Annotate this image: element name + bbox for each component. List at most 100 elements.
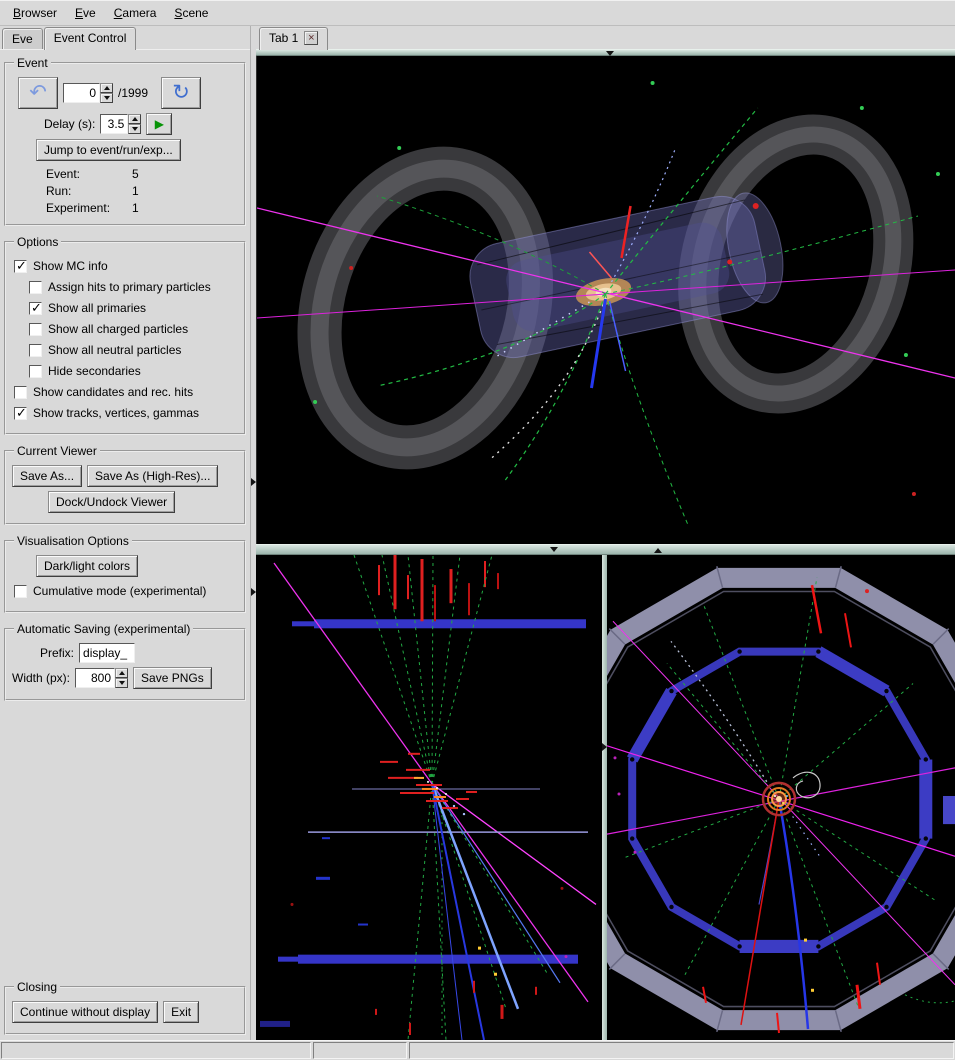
close-icon: × [308,33,314,44]
event-value: 5 [132,167,139,181]
checkbox-cumulative-mode[interactable]: Cumulative mode (experimental) [14,584,236,598]
tab-tab1[interactable]: Tab 1 × [259,27,328,50]
experiment-value: 1 [132,201,139,215]
delay-up-button[interactable] [128,114,141,124]
status-bar [0,1040,955,1060]
spinner-down-icon [119,681,125,685]
detector-bars [260,619,586,1027]
menu-scene[interactable]: Scene [165,2,217,24]
ecl-hits-top [379,555,498,621]
event-3d-scene [257,56,955,544]
menu-browser[interactable]: Browser [4,2,66,24]
control-panel: Eve Event Control Event ↶ [0,26,250,1040]
panel-splitter[interactable] [250,26,256,1040]
delay-down-button[interactable] [128,124,141,134]
viewport-side-view[interactable] [256,555,602,1040]
viewport-splitter-vertical[interactable] [602,555,607,1040]
event-group: Event ↶ /1999 [4,56,246,226]
checkbox-label: Show tracks, vertices, gammas [33,406,199,420]
automatic-saving-title: Automatic Saving (experimental) [14,622,193,636]
checkbox-show-candidates[interactable]: Show candidates and rec. hits [14,385,236,399]
viewport-front-view[interactable] [607,555,955,1040]
collapse-down-icon[interactable] [550,547,558,552]
width-input[interactable] [75,668,115,688]
options-group: Options Show MC info Assign hits to prim… [4,235,246,435]
tab-close-button[interactable]: × [304,31,318,45]
event-side-scene [256,555,602,1040]
viewport-splitter-top[interactable] [256,49,955,56]
viewport-3d[interactable] [256,56,955,544]
checkbox-icon[interactable] [14,407,27,420]
collapse-right-icon[interactable] [602,743,607,751]
event-number-input[interactable] [63,83,100,103]
checkbox-show-neutral[interactable]: Show all neutral particles [29,343,236,357]
checkbox-icon[interactable] [14,260,27,273]
panel-spacer [3,708,247,978]
checkbox-show-tracks[interactable]: Show tracks, vertices, gammas [14,406,236,420]
next-event-button[interactable]: ↻ [161,77,201,109]
checkbox-show-mc-info[interactable]: Show MC info [14,259,236,273]
viewer-tab-bar: Tab 1 × [256,26,955,49]
splitter-arrow-icon[interactable] [251,478,256,486]
spinner-down-icon [104,96,110,100]
event-control-panel: Event ↶ /1999 [0,49,250,1040]
tab-event-control[interactable]: Event Control [44,27,137,50]
event-number-up-button[interactable] [100,83,113,93]
event-info: Event: 5 Run: 1 Experiment: 1 [46,167,238,215]
viewport-splitter-middle[interactable] [256,544,955,555]
splitter-arrow-icon[interactable] [251,588,256,596]
width-px-label: Width (px): [12,671,70,685]
exit-button[interactable]: Exit [163,1001,199,1023]
status-section-2 [313,1042,407,1059]
spinner-up-icon [119,671,125,675]
visualisation-options-title: Visualisation Options [14,534,132,548]
menu-camera[interactable]: Camera [105,2,166,24]
save-as-highres-button[interactable]: Save As (High-Res)... [87,465,218,487]
checkbox-icon[interactable] [29,365,42,378]
delay-label: Delay (s): [44,117,95,131]
vertex-region [763,783,795,815]
checkbox-hide-secondaries[interactable]: Hide secondaries [29,364,236,378]
closing-group: Closing Continue without display Exit [4,980,246,1035]
save-as-button[interactable]: Save As... [12,465,82,487]
experiment-info-row: Experiment: 1 [46,201,238,215]
previous-event-button[interactable]: ↶ [18,77,58,109]
menu-eve[interactable]: Eve [66,2,105,24]
checkbox-icon[interactable] [14,386,27,399]
event-front-scene [607,555,955,1040]
jump-to-event-button[interactable]: Jump to event/run/exp... [36,139,181,161]
menu-bar: Browser Eve Camera Scene [0,0,955,26]
vertex-cluster [380,754,477,808]
automatic-saving-group: Automatic Saving (experimental) Prefix: … [4,622,246,701]
checkbox-show-charged[interactable]: Show all charged particles [29,322,236,336]
play-button[interactable]: ▶ [146,113,172,135]
prefix-input[interactable] [79,643,135,663]
checkbox-icon[interactable] [29,323,42,336]
spinner-down-icon [132,127,138,131]
spinner-up-icon [132,117,138,121]
width-spinner [75,668,128,688]
dark-light-colors-button[interactable]: Dark/light colors [36,555,138,577]
event-display-window: Browser Eve Camera Scene Eve Event Contr… [0,0,955,1060]
tab-tab1-label: Tab 1 [269,31,298,45]
event-label: Event: [46,167,132,181]
width-up-button[interactable] [115,668,128,678]
checkbox-show-all-primaries[interactable]: Show all primaries [29,301,236,315]
collapse-up-icon[interactable] [654,548,662,553]
save-pngs-button[interactable]: Save PNGs [133,667,212,689]
collapse-down-icon[interactable] [606,51,614,56]
run-value: 1 [132,184,139,198]
checkbox-icon[interactable] [14,585,27,598]
dock-undock-button[interactable]: Dock/Undock Viewer [48,491,175,513]
checkbox-icon[interactable] [29,302,42,315]
continue-without-display-button[interactable]: Continue without display [12,1001,158,1023]
event-number-down-button[interactable] [100,93,113,103]
tab-eve[interactable]: Eve [2,28,43,49]
delay-input[interactable] [100,114,128,134]
checkbox-icon[interactable] [29,281,42,294]
width-down-button[interactable] [115,678,128,688]
checkbox-icon[interactable] [29,344,42,357]
checkbox-label: Cumulative mode (experimental) [33,584,206,598]
event-group-title: Event [14,56,51,70]
checkbox-assign-hits[interactable]: Assign hits to primary particles [29,280,236,294]
